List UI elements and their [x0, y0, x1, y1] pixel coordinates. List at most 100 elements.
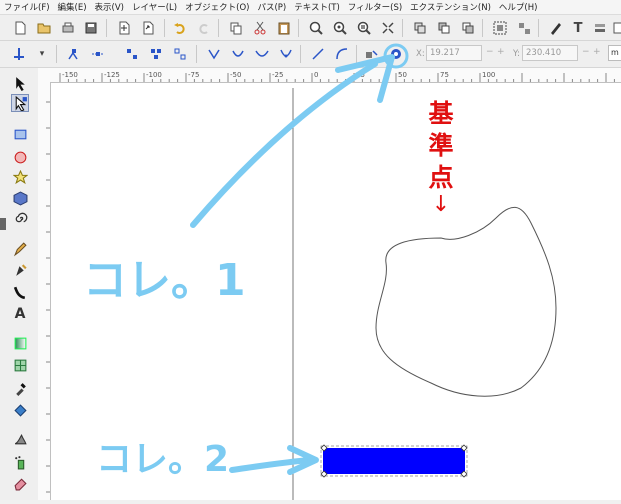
paste-icon[interactable] [276, 20, 292, 36]
reference-point-label-ki: 基 [428, 99, 454, 128]
segment-curve-icon[interactable] [334, 46, 350, 62]
insert-node-icon[interactable] [11, 46, 27, 62]
reference-point-arrow: ↓ [431, 192, 451, 217]
commands-toolbar: T [0, 15, 621, 41]
object-to-path-icon[interactable] [364, 46, 380, 62]
gradient-tool-icon[interactable] [11, 334, 29, 352]
separator [356, 45, 357, 63]
menu-text[interactable]: テキスト(T) [290, 1, 344, 13]
break-path-icon[interactable] [124, 46, 140, 62]
ruler-label: -100 [146, 71, 162, 79]
join-nodes-icon[interactable] [90, 46, 106, 62]
zoom-page-icon[interactable] [356, 20, 372, 36]
unlink-clone-icon[interactable] [460, 20, 476, 36]
segment-line-icon[interactable] [310, 46, 326, 62]
x-increment-button[interactable]: + [497, 47, 505, 57]
blob-path[interactable] [375, 206, 557, 397]
toolbox: A [0, 68, 39, 500]
menu-filter[interactable]: フィルター(S) [344, 1, 406, 13]
symmetric-node-icon[interactable] [254, 46, 270, 62]
import-icon[interactable] [116, 20, 132, 36]
xml-editor-icon[interactable] [612, 20, 621, 36]
reference-point-label-ten: 点 [428, 163, 454, 192]
y-coordinate-label: Y: [513, 49, 520, 59]
menu-view[interactable]: 表示(V) [91, 1, 128, 13]
separator [164, 19, 165, 37]
paint-bucket-tool-icon[interactable] [11, 401, 29, 419]
separator [538, 19, 539, 37]
dropper-tool-icon[interactable] [11, 379, 29, 397]
new-document-icon[interactable] [12, 20, 28, 36]
x-decrement-button[interactable]: − [486, 47, 494, 57]
separator [402, 19, 403, 37]
pencil-tool-icon[interactable] [11, 240, 29, 258]
copy-icon[interactable] [228, 20, 244, 36]
dropdown-arrow-icon[interactable]: ▾ [34, 46, 50, 62]
menu-edit[interactable]: 編集(E) [54, 1, 91, 13]
auto-smooth-node-icon[interactable] [278, 46, 294, 62]
pen-tool-icon[interactable] [11, 261, 29, 279]
ruler-label: -150 [62, 71, 78, 79]
mesh-tool-icon[interactable] [11, 356, 29, 374]
star-tool-icon[interactable] [11, 168, 29, 186]
horizontal-ruler: -150 -125 -100 -75 -50 -25 0 25 50 75 100 [38, 68, 621, 83]
separator [56, 45, 57, 63]
menu-bar: ファイル(F) 編集(E) 表示(V) レイヤー(L) オブジェクト(O) パス… [0, 0, 621, 15]
undo-icon[interactable] [172, 20, 188, 36]
cusp-node-icon[interactable] [206, 46, 222, 62]
text-tool-icon[interactable]: A [11, 305, 29, 323]
toolbox-scroll-marker [0, 218, 6, 230]
annotation-label-2: コレ。2 [96, 439, 230, 480]
smooth-node-icon[interactable] [230, 46, 246, 62]
selector-tool-icon[interactable] [11, 74, 29, 92]
duplicate-icon[interactable] [412, 20, 428, 36]
separator [482, 19, 483, 37]
open-folder-icon[interactable] [36, 20, 52, 36]
text-font-icon[interactable]: T [570, 20, 586, 36]
menu-help[interactable]: ヘルプ(H) [495, 1, 542, 13]
menu-layer[interactable]: レイヤー(L) [128, 1, 181, 13]
spray-tool-icon[interactable] [11, 453, 29, 471]
tweak-tool-icon[interactable] [11, 430, 29, 448]
eraser-tool-icon[interactable] [11, 474, 29, 492]
ungroup-icon[interactable] [516, 20, 532, 36]
menu-file[interactable]: ファイル(F) [0, 1, 54, 13]
3d-box-tool-icon[interactable] [11, 189, 29, 207]
horizontal-ruler-ticks: -150 -125 -100 -75 -50 -25 0 25 50 75 100 [59, 71, 615, 82]
x-coordinate-input[interactable]: 19.217 [426, 45, 482, 61]
rectangle-tool-icon[interactable] [11, 125, 29, 143]
stroke-to-path-icon[interactable] [388, 46, 404, 62]
spiral-tool-icon[interactable] [11, 209, 29, 227]
join-segment-icon[interactable] [148, 46, 164, 62]
ruler-label: 75 [440, 71, 449, 79]
cut-icon[interactable] [252, 20, 268, 36]
menu-extensions[interactable]: エクステンション(N) [406, 1, 495, 13]
redo-icon[interactable] [196, 20, 212, 36]
export-icon[interactable] [140, 20, 156, 36]
zoom-drawing-icon[interactable] [332, 20, 348, 36]
ruler-label: 50 [398, 71, 407, 79]
ruler-label: 100 [482, 71, 495, 79]
menu-path[interactable]: パス(P) [253, 1, 290, 13]
tool-controls-toolbar: ▾ X: 19.217 − + Y: 230.410 − + m [0, 41, 621, 68]
delete-segment-icon[interactable] [172, 46, 188, 62]
fill-stroke-icon[interactable] [548, 20, 564, 36]
ellipse-tool-icon[interactable] [11, 148, 29, 166]
menu-object[interactable]: オブジェクト(O) [181, 1, 253, 13]
group-icon[interactable] [492, 20, 508, 36]
save-icon[interactable] [83, 20, 99, 36]
y-increment-button[interactable]: + [593, 47, 601, 57]
zoom-selection-icon[interactable] [308, 20, 324, 36]
separator [298, 19, 299, 37]
calligraphy-tool-icon[interactable] [11, 283, 29, 301]
delete-node-icon[interactable] [66, 46, 82, 62]
node-tool-icon[interactable] [11, 94, 29, 112]
y-coordinate-input[interactable]: 230.410 [522, 45, 578, 61]
print-icon[interactable] [60, 20, 76, 36]
layers-icon[interactable] [592, 20, 608, 36]
zoom-width-icon[interactable] [380, 20, 396, 36]
blue-rectangle[interactable] [323, 448, 465, 474]
clone-icon[interactable] [436, 20, 452, 36]
unit-select[interactable]: m [608, 45, 621, 61]
y-decrement-button[interactable]: − [582, 47, 590, 57]
